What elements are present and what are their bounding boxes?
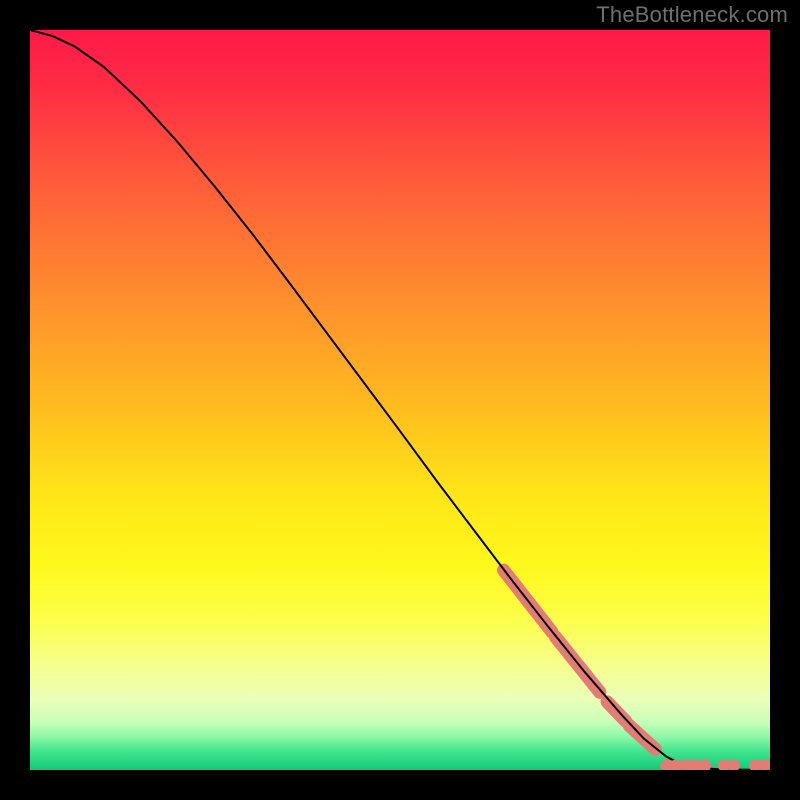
gradient-background xyxy=(30,30,770,770)
plot-area xyxy=(30,30,770,770)
watermark-text: TheBottleneck.com xyxy=(596,2,788,28)
chart-frame: TheBottleneck.com xyxy=(0,0,800,800)
